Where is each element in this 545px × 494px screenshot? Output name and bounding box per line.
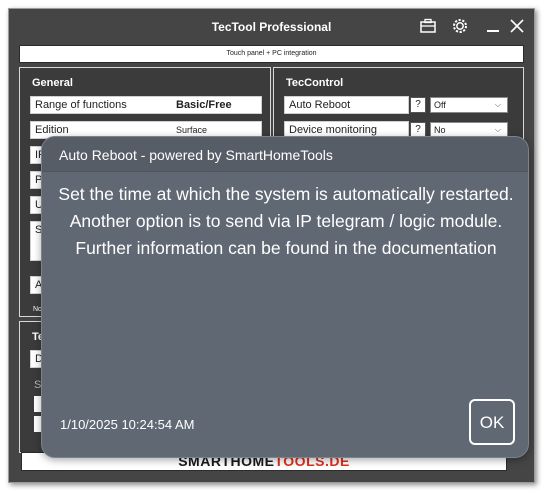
chevron-down-icon: ⌵ xyxy=(494,100,501,109)
auto-reboot-row: Auto Reboot xyxy=(284,96,409,114)
auto-reboot-label: Auto Reboot xyxy=(289,99,351,111)
dialog-header: Auto Reboot - powered by SmartHomeTools xyxy=(42,137,528,172)
gear-icon[interactable] xyxy=(451,17,469,35)
dialog-message: Set the time at which the system is auto… xyxy=(58,184,514,258)
edition-value: Surface xyxy=(176,125,208,135)
device-monitoring-select-value: No xyxy=(434,125,446,135)
teccontrol-title: TecControl xyxy=(286,77,344,89)
toolbox-icon[interactable] xyxy=(419,17,437,35)
range-of-functions-value: Basic/Free xyxy=(176,99,232,111)
close-icon[interactable] xyxy=(508,17,526,35)
title-bar: TecTool Professional xyxy=(9,9,534,43)
dialog-title: Auto Reboot - powered by SmartHomeTools xyxy=(59,147,333,163)
auto-reboot-dialog: Auto Reboot - powered by SmartHomeTools … xyxy=(41,136,529,458)
subtitle-bar: Touch panel + PC integration xyxy=(19,45,524,63)
dialog-timestamp: 1/10/2025 10:24:54 AM xyxy=(60,417,195,432)
chevron-down-icon: ⌵ xyxy=(494,125,501,134)
ok-button[interactable]: OK xyxy=(469,399,515,445)
range-of-functions-row: Range of functions Basic/Free xyxy=(30,96,262,114)
general-title: General xyxy=(32,77,73,89)
device-monitoring-label: Device monitoring xyxy=(289,124,378,136)
range-of-functions-label: Range of functions xyxy=(35,99,127,111)
edition-label: Edition xyxy=(35,124,69,136)
auto-reboot-select-value: Off xyxy=(434,100,446,110)
auto-reboot-select[interactable]: Off ⌵ xyxy=(430,97,508,113)
auto-reboot-help-button[interactable]: ? xyxy=(410,97,426,113)
minimize-icon[interactable] xyxy=(484,17,502,35)
